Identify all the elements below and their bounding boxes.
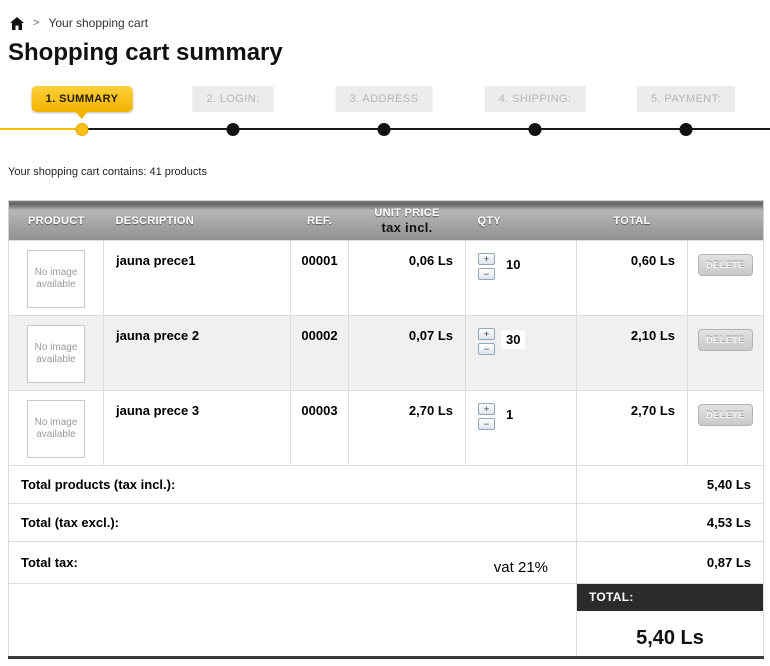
no-image-placeholder[interactable]: No image available	[27, 325, 85, 383]
delete-cell: DELETE	[688, 241, 764, 316]
no-image-placeholder[interactable]: No image available	[27, 250, 85, 308]
product-image-cell: No image available	[9, 391, 104, 466]
grand-total-spacer	[9, 584, 577, 658]
grand-total-value: 5,40 Ls	[577, 627, 763, 650]
header-delete	[688, 201, 764, 241]
checkout-steps: 1. SUMMARY 2. LOGIN: 3. ADDRESS 4. SHIPP…	[0, 84, 770, 142]
total-tax-label: Total tax:	[21, 555, 78, 570]
step-label-shipping: 4. SHIPPING:	[485, 86, 586, 112]
breadcrumb-separator: >	[33, 17, 39, 29]
step-track-done	[0, 128, 78, 130]
product-image-cell: No image available	[9, 241, 104, 316]
breadcrumb-current: Your shopping cart	[48, 16, 148, 30]
product-name: jauna prece 3	[104, 391, 291, 466]
qty-decrease-button[interactable]: −	[478, 418, 495, 430]
qty-cell: + − 30	[466, 316, 577, 391]
line-total: 2,70 Ls	[577, 391, 688, 466]
qty-input[interactable]: 10	[501, 255, 525, 274]
header-ref: REF.	[291, 201, 349, 241]
qty-decrease-button[interactable]: −	[478, 268, 495, 280]
grand-total-label: TOTAL:	[577, 584, 763, 611]
total-excl-value: 4,53 Ls	[577, 504, 764, 542]
total-products-value: 5,40 Ls	[577, 466, 764, 504]
product-name: jauna prece 2	[104, 316, 291, 391]
product-ref: 00003	[291, 391, 349, 466]
total-products-label: Total products (tax incl.):	[9, 466, 577, 504]
cart-contains-text: Your shopping cart contains: 41 products	[8, 166, 770, 178]
delete-cell: DELETE	[688, 316, 764, 391]
step-label-summary: 1. SUMMARY	[32, 86, 133, 112]
step-label-address: 3. ADDRESS	[336, 86, 433, 112]
product-ref: 00002	[291, 316, 349, 391]
delete-cell: DELETE	[688, 391, 764, 466]
header-unit-price-label: UNIT PRICE	[374, 207, 439, 219]
step-dot-summary	[76, 123, 89, 136]
step-dot-shipping	[529, 123, 542, 136]
qty-input[interactable]: 1	[501, 405, 518, 424]
breadcrumb: > Your shopping cart	[0, 0, 770, 30]
step-label-payment: 5. PAYMENT:	[637, 86, 735, 112]
line-total: 2,10 Ls	[577, 316, 688, 391]
delete-button[interactable]: DELETE	[698, 329, 753, 351]
qty-cell: + − 1	[466, 391, 577, 466]
qty-increase-button[interactable]: +	[478, 253, 495, 265]
product-ref: 00001	[291, 241, 349, 316]
total-excl-row: Total (tax excl.): 4,53 Ls	[9, 504, 764, 542]
delete-button[interactable]: DELETE	[698, 254, 753, 276]
step-dot-login	[227, 123, 240, 136]
cart-row: No image available jauna prece 2 00002 0…	[9, 316, 764, 391]
header-tax-incl-label: tax incl.	[349, 220, 466, 235]
table-header-row: PRODUCT DESCRIPTION REF. UNIT PRICE tax …	[9, 201, 764, 241]
qty-increase-button[interactable]: +	[478, 403, 495, 415]
cart-table: PRODUCT DESCRIPTION REF. UNIT PRICE tax …	[8, 200, 764, 659]
qty-input[interactable]: 30	[501, 330, 525, 349]
total-excl-label: Total (tax excl.):	[9, 504, 577, 542]
vat-rate-note: vat 21%	[494, 549, 548, 576]
header-description: DESCRIPTION	[104, 201, 291, 241]
total-tax-row: Total tax: vat 21% 0,87 Ls	[9, 542, 764, 584]
total-products-row: Total products (tax incl.): 5,40 Ls	[9, 466, 764, 504]
product-name: jauna prece1	[104, 241, 291, 316]
step-label-login: 2. LOGIN:	[192, 86, 273, 112]
total-tax-value: 0,87 Ls	[577, 542, 764, 584]
no-image-placeholder[interactable]: No image available	[27, 400, 85, 458]
grand-total-cell: TOTAL: 5,40 Ls	[577, 584, 764, 658]
cart-row: No image available jauna prece 3 00003 2…	[9, 391, 764, 466]
home-icon[interactable]	[10, 17, 24, 30]
header-product: PRODUCT	[9, 201, 104, 241]
header-unit-price: UNIT PRICE tax incl.	[349, 201, 466, 241]
header-total: TOTAL	[577, 201, 688, 241]
page-title: Shopping cart summary	[8, 40, 770, 66]
cart-row: No image available jauna prece1 00001 0,…	[9, 241, 764, 316]
qty-increase-button[interactable]: +	[478, 328, 495, 340]
step-dot-address	[378, 123, 391, 136]
grand-total-row: TOTAL: 5,40 Ls	[9, 584, 764, 658]
unit-price: 2,70 Ls	[349, 391, 466, 466]
line-total: 0,60 Ls	[577, 241, 688, 316]
product-image-cell: No image available	[9, 316, 104, 391]
qty-decrease-button[interactable]: −	[478, 343, 495, 355]
header-qty: QTY	[466, 201, 577, 241]
qty-cell: + − 10	[466, 241, 577, 316]
delete-button[interactable]: DELETE	[698, 404, 753, 426]
unit-price: 0,07 Ls	[349, 316, 466, 391]
unit-price: 0,06 Ls	[349, 241, 466, 316]
step-dot-payment	[680, 123, 693, 136]
